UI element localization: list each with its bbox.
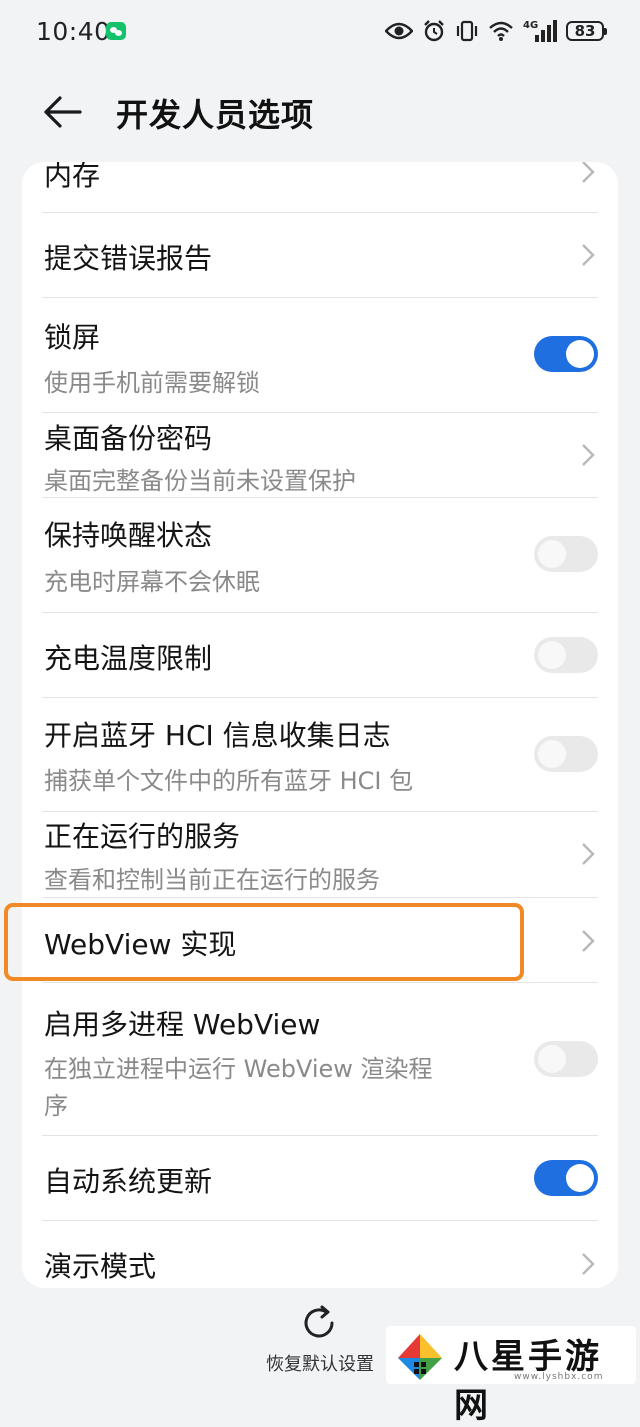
setting-title: 锁屏 bbox=[44, 321, 101, 354]
toggle-knob bbox=[566, 1164, 594, 1192]
setting-subtitle: 充电时屏幕不会休眠 bbox=[44, 568, 260, 596]
refresh-icon bbox=[304, 1305, 334, 1338]
status-icons: 4G 83 bbox=[385, 16, 607, 46]
setting-title: 桌面备份密码 bbox=[44, 422, 213, 455]
setting-subtitle: 捕获单个文件中的所有蓝牙 HCI 包 bbox=[44, 767, 414, 795]
watermark: 八星手游网 www.lyshbx.com bbox=[386, 1326, 636, 1426]
setting-auto-system-update[interactable]: 自动系统更新 bbox=[22, 1136, 618, 1220]
setting-title: 提交错误报告 bbox=[44, 242, 213, 275]
vibrate-icon bbox=[456, 20, 478, 42]
setting-demo-mode[interactable]: 演示模式 bbox=[22, 1221, 618, 1288]
toggle-knob bbox=[566, 340, 594, 368]
toggle-knob bbox=[538, 540, 566, 568]
setting-title: 内存 bbox=[44, 162, 101, 192]
signal-icon: 4G bbox=[523, 20, 557, 42]
network-label: 4G bbox=[523, 20, 538, 31]
watermark-logo-icon bbox=[398, 1334, 442, 1380]
auto-update-toggle[interactable] bbox=[534, 1160, 598, 1196]
setting-title: 充电温度限制 bbox=[44, 642, 213, 675]
chevron-right-icon bbox=[582, 843, 595, 865]
setting-running-services[interactable]: 正在运行的服务 查看和控制当前正在运行的服务 bbox=[22, 812, 618, 897]
chevron-right-icon bbox=[582, 444, 595, 466]
status-time: 10:40 bbox=[36, 17, 111, 46]
toggle-knob bbox=[538, 740, 566, 768]
chevron-right-icon bbox=[582, 930, 595, 952]
settings-list: 内存 提交错误报告 锁屏 使用手机前需要解锁 桌面备份密码 桌面完整备份当前未设… bbox=[22, 162, 618, 1288]
wechat-icon bbox=[106, 22, 126, 40]
page-title: 开发人员选项 bbox=[116, 96, 315, 134]
setting-bluetooth-hci-log[interactable]: 开启蓝牙 HCI 信息收集日志 捕获单个文件中的所有蓝牙 HCI 包 bbox=[22, 698, 618, 811]
arrow-left-icon[interactable] bbox=[40, 90, 84, 134]
status-bar: 10:40 4G 83 bbox=[0, 0, 640, 62]
setting-subtitle: 查看和控制当前正在运行的服务 bbox=[44, 866, 380, 894]
setting-title: 演示模式 bbox=[44, 1250, 157, 1283]
setting-stay-awake[interactable]: 保持唤醒状态 充电时屏幕不会休眠 bbox=[22, 498, 618, 612]
setting-backup-password[interactable]: 桌面备份密码 桌面完整备份当前未设置保护 bbox=[22, 413, 618, 497]
chevron-right-icon bbox=[582, 1253, 595, 1275]
setting-lock-screen[interactable]: 锁屏 使用手机前需要解锁 bbox=[22, 298, 618, 412]
setting-charge-temp-limit[interactable]: 充电温度限制 bbox=[22, 613, 618, 697]
setting-multiprocess-webview[interactable]: 启用多进程 WebView 在独立进程中运行 WebView 渲染程 序 bbox=[22, 983, 618, 1135]
alarm-icon bbox=[424, 20, 444, 42]
watermark-url: www.lyshbx.com bbox=[514, 1372, 604, 1382]
setting-title: 正在运行的服务 bbox=[44, 820, 241, 853]
reset-defaults-button[interactable]: 恢复默认设置 bbox=[250, 1298, 390, 1383]
stay-awake-toggle[interactable] bbox=[534, 536, 598, 572]
setting-title: 自动系统更新 bbox=[44, 1165, 213, 1198]
multiprocess-webview-toggle[interactable] bbox=[534, 1041, 598, 1077]
setting-bug-report[interactable]: 提交错误报告 bbox=[22, 213, 618, 297]
setting-title: 保持唤醒状态 bbox=[44, 519, 213, 552]
chevron-right-icon bbox=[582, 162, 595, 183]
lock-screen-toggle[interactable] bbox=[534, 336, 598, 372]
eye-icon bbox=[385, 22, 413, 40]
setting-title: 启用多进程 WebView bbox=[44, 1008, 321, 1041]
setting-title: WebView 实现 bbox=[44, 928, 237, 961]
chevron-right-icon bbox=[582, 244, 595, 266]
setting-subtitle-cont: 序 bbox=[44, 1092, 68, 1120]
setting-title: 开启蓝牙 HCI 信息收集日志 bbox=[44, 719, 391, 752]
setting-memory[interactable]: 内存 bbox=[22, 162, 618, 212]
setting-subtitle: 在独立进程中运行 WebView 渲染程 bbox=[44, 1055, 433, 1083]
toggle-knob bbox=[538, 1045, 566, 1073]
setting-subtitle: 桌面完整备份当前未设置保护 bbox=[44, 467, 356, 495]
charge-temp-toggle[interactable] bbox=[534, 637, 598, 673]
wifi-icon bbox=[489, 21, 513, 41]
reset-defaults-label: 恢复默认设置 bbox=[266, 1354, 374, 1375]
app-header: 开发人员选项 bbox=[0, 70, 640, 150]
battery-icon: 83 bbox=[566, 21, 607, 41]
setting-webview-implementation[interactable]: WebView 实现 bbox=[22, 898, 618, 982]
toggle-knob bbox=[538, 641, 566, 669]
setting-subtitle: 使用手机前需要解锁 bbox=[44, 369, 260, 397]
bluetooth-hci-toggle[interactable] bbox=[534, 736, 598, 772]
